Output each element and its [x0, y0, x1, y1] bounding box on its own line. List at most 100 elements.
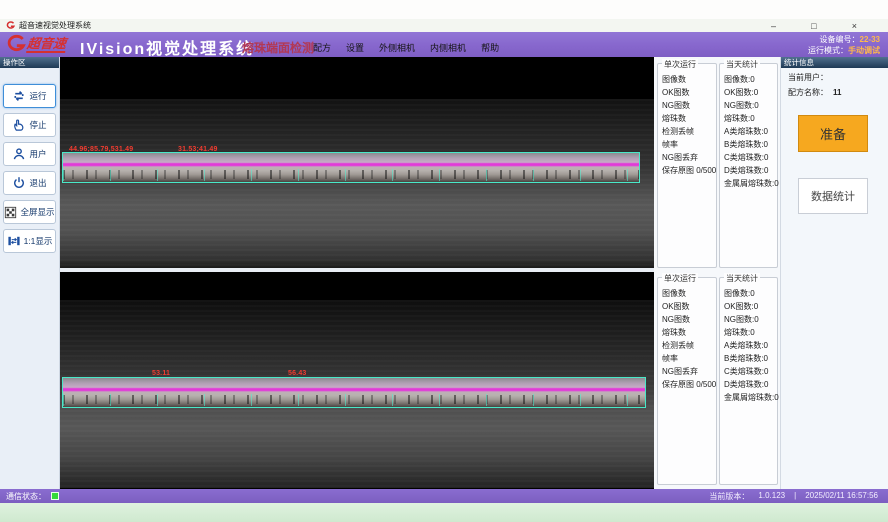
sidebar-title: 操作区 [0, 57, 59, 68]
single-run-groupbox-top: 单次运行 图像数 OK图数 NG图数 熔珠数 检测丢帧 帧率 NG图丢弃 保存原… [657, 63, 717, 268]
recipe-name-value: 11 [833, 88, 841, 97]
stat-row: 图像数:0 [724, 73, 777, 86]
run-button[interactable]: 运行 [3, 84, 56, 108]
menu-item-settings[interactable]: 设置 [346, 41, 364, 54]
stat-row: 检测丢帧 [662, 339, 716, 352]
menu-item-recipe[interactable]: 配方 [313, 41, 331, 54]
inner-camera-view: 53.11 56.43 [60, 272, 654, 489]
one-to-one-button[interactable]: 1:1显示 [3, 229, 56, 253]
stat-row: 熔珠数:0 [724, 326, 777, 339]
stat-row: NG图丢弃 [662, 365, 716, 378]
brand-logo: 超音速 [5, 34, 66, 54]
stop-hand-icon [12, 118, 26, 132]
power-icon [12, 176, 26, 190]
stat-row: 帧率 [662, 138, 716, 151]
stat-row: 金属屑熔珠数:0 [724, 391, 777, 404]
today-stats-groupbox-bottom: 当天统计 图像数:0 OK图数:0 NG图数:0 熔珠数:0 A类熔珠数:0 B… [719, 277, 778, 485]
stat-row: NG图丢弃 [662, 151, 716, 164]
stop-button[interactable]: 停止 [3, 113, 56, 137]
info-panel: 统计信息 当前用户： 配方名称： 11 准备 数据统计 [780, 57, 888, 490]
app-subtitle: 熔珠端面检测 [242, 39, 314, 56]
groupbox-title: 当天统计 [724, 59, 760, 70]
camera-image [60, 99, 654, 268]
run-mode-value: 手动调试 [848, 46, 880, 55]
stat-row: B类熔珠数:0 [724, 138, 777, 151]
menu-item-outer-camera[interactable]: 外侧相机 [379, 41, 415, 54]
today-stats-groupbox-top: 当天统计 图像数:0 OK图数:0 NG图数:0 熔珠数:0 A类熔珠数:0 B… [719, 63, 778, 268]
groupbox-title: 单次运行 [662, 59, 698, 70]
stat-row: OK图数 [662, 86, 716, 99]
stat-row: NG图数:0 [724, 99, 777, 112]
stat-row: C类熔珠数:0 [724, 151, 777, 164]
measurement-annotation: 31.53;41.49 [178, 146, 218, 153]
statistics-column: 单次运行 图像数 OK图数 NG图数 熔珠数 检测丢帧 帧率 NG图丢弃 保存原… [654, 57, 780, 490]
maximize-button[interactable]: □ [808, 21, 819, 31]
brand-swoosh-icon [5, 34, 27, 54]
window-title: 超音速视觉处理系统 [19, 20, 91, 31]
info-panel-title: 统计信息 [781, 57, 888, 68]
data-statistics-button[interactable]: 数据统计 [798, 178, 868, 214]
groupbox-title: 当天统计 [724, 273, 760, 284]
comm-status-label: 通信状态： [0, 491, 46, 502]
stat-row: 保存原图 0/500 [662, 164, 716, 177]
stat-row: A类熔珠数:0 [724, 125, 777, 138]
stat-row: B类熔珠数:0 [724, 352, 777, 365]
single-run-groupbox-bottom: 单次运行 图像数 OK图数 NG图数 熔珠数 检测丢帧 帧率 NG图丢弃 保存原… [657, 277, 717, 485]
minimize-button[interactable]: – [768, 21, 779, 31]
run-loop-icon [12, 89, 26, 103]
stat-row: C类熔珠数:0 [724, 365, 777, 378]
stat-row: 检测丢帧 [662, 125, 716, 138]
comm-status-indicator [51, 492, 59, 500]
outer-camera-view: 44.96;85.79,531.49 31.53;41.49 [60, 57, 654, 268]
fullscreen-button[interactable]: 全屏显示 [3, 200, 56, 224]
stat-row: 金属屑熔珠数:0 [724, 177, 777, 190]
stat-row: NG图数 [662, 313, 716, 326]
status-datetime: 2025/02/11 16:57:56 [805, 491, 878, 502]
close-button[interactable]: × [849, 21, 860, 31]
menu-item-help[interactable]: 帮助 [481, 41, 499, 54]
os-title-bar: 超音速视觉处理系统 – □ × [0, 19, 888, 32]
exit-button[interactable]: 退出 [3, 171, 56, 195]
bead-roi-marks [63, 394, 645, 406]
operation-sidebar: 操作区 运行 停止 用户 [0, 57, 60, 490]
stat-row: OK图数:0 [724, 86, 777, 99]
user-button[interactable]: 用户 [3, 142, 56, 166]
status-bar: 通信状态： 当前版本： 1.0.123 | 2025/02/11 16:57:5… [0, 489, 888, 503]
device-info: 设备编号：22-33 运行模式：手动调试 [808, 34, 880, 56]
stat-row: D类熔珠数:0 [724, 164, 777, 177]
desktop-background [0, 503, 888, 522]
fullscreen-grid-icon [4, 206, 17, 219]
stat-row: OK图数:0 [724, 300, 777, 313]
app-logo-icon [6, 21, 15, 30]
stat-row: 保存原图 0/500 [662, 378, 716, 391]
user-icon [12, 147, 26, 161]
measurement-annotation: 44.96;85.79,531.49 [69, 146, 133, 153]
stat-row: D类熔珠数:0 [724, 378, 777, 391]
stat-row: 图像数 [662, 73, 716, 86]
recipe-name-label: 配方名称： [788, 88, 828, 97]
exit-button-label: 退出 [29, 177, 46, 189]
one-to-one-icon [7, 234, 21, 248]
stat-row: A类熔珠数:0 [724, 339, 777, 352]
app-header: 超音速 IVision视觉处理系统 熔珠端面检测 配方 设置 外侧相机 内侧相机… [0, 32, 888, 57]
prepare-button[interactable]: 准备 [798, 115, 868, 152]
app-title: IVision视觉处理系统 [80, 35, 254, 59]
detection-roi-box [62, 152, 640, 183]
stat-row: NG图数:0 [724, 313, 777, 326]
version-value: 1.0.123 [758, 491, 785, 502]
stat-row: NG图数 [662, 99, 716, 112]
fullscreen-button-label: 全屏显示 [20, 206, 54, 218]
menu-bar: 配方 设置 外侧相机 内侧相机 帮助 [313, 41, 499, 54]
groupbox-title: 单次运行 [662, 273, 698, 284]
stat-row: 帧率 [662, 352, 716, 365]
stat-row: 熔珠数 [662, 326, 716, 339]
stat-row: 图像数:0 [724, 287, 777, 300]
stat-row: 熔珠数 [662, 112, 716, 125]
current-user-label: 当前用户： [788, 73, 828, 82]
bead-roi-marks [63, 169, 639, 181]
stat-row: 图像数 [662, 287, 716, 300]
menu-item-inner-camera[interactable]: 内侧相机 [430, 41, 466, 54]
user-button-label: 用户 [29, 148, 46, 160]
brand-logo-text: 超音速 [26, 36, 67, 53]
detection-roi-box [62, 377, 646, 408]
